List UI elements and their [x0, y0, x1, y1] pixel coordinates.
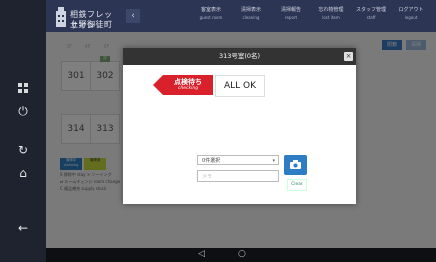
memo-input[interactable]: メモ: [197, 170, 279, 182]
hotel-logo[interactable]: 相鉄フレッサイン 上野御徒町: [54, 5, 120, 30]
chevron-down-icon: ▾: [272, 158, 275, 164]
menu-logout[interactable]: ログアウト logout: [391, 6, 431, 20]
menu-staff[interactable]: スタッフ管理 staff: [351, 6, 391, 20]
back-arrow-icon[interactable]: ←: [0, 221, 46, 235]
power-icon[interactable]: ⏻: [0, 104, 46, 118]
room-modal: 313号室(0名) × 点検待ち checking ALL OK 0件選択 ▾ …: [123, 48, 356, 204]
system-sidebar: ⏻ ↻ ⌂ ←: [0, 0, 46, 262]
menu-report[interactable]: 清掃報告 report: [271, 6, 311, 20]
grid-icon[interactable]: [0, 82, 46, 97]
menu-guest-room[interactable]: 客室表示 guest room: [191, 6, 231, 20]
app-header: 相鉄フレッサイン 上野御徒町 ‹ 客室表示 guest room 清掃表示 clea…: [46, 0, 436, 32]
close-icon[interactable]: ×: [344, 52, 353, 61]
camera-button[interactable]: [284, 155, 307, 175]
pending-sub: checking: [177, 86, 199, 91]
menu-lost-item[interactable]: 忘れ物管理 lost item: [311, 6, 351, 20]
all-ok-button[interactable]: ALL OK: [215, 75, 265, 97]
chevron-left-icon[interactable]: ‹: [126, 9, 140, 23]
menu-cleaning[interactable]: 清掃表示 cleaning: [231, 6, 271, 20]
clear-button[interactable]: Clear: [287, 179, 307, 191]
pending-inspection-button[interactable]: 点検待ち checking: [153, 75, 213, 95]
modal-header: 313号室(0名): [123, 48, 356, 65]
android-nav-bar: ◁ ○: [46, 248, 436, 262]
nav-back-icon[interactable]: ◁: [198, 249, 205, 259]
camera-icon: [290, 160, 301, 169]
modal-title: 313号室(0名): [218, 52, 261, 60]
item-select[interactable]: 0件選択 ▾: [197, 155, 279, 165]
logo-line2: 上野御徒町: [70, 20, 113, 29]
item-select-value: 0件選択: [202, 158, 221, 164]
building-icon: [56, 7, 66, 27]
home-icon[interactable]: ⌂: [0, 166, 46, 180]
refresh-icon[interactable]: ↻: [0, 143, 46, 157]
nav-home-icon[interactable]: ○: [238, 249, 246, 259]
